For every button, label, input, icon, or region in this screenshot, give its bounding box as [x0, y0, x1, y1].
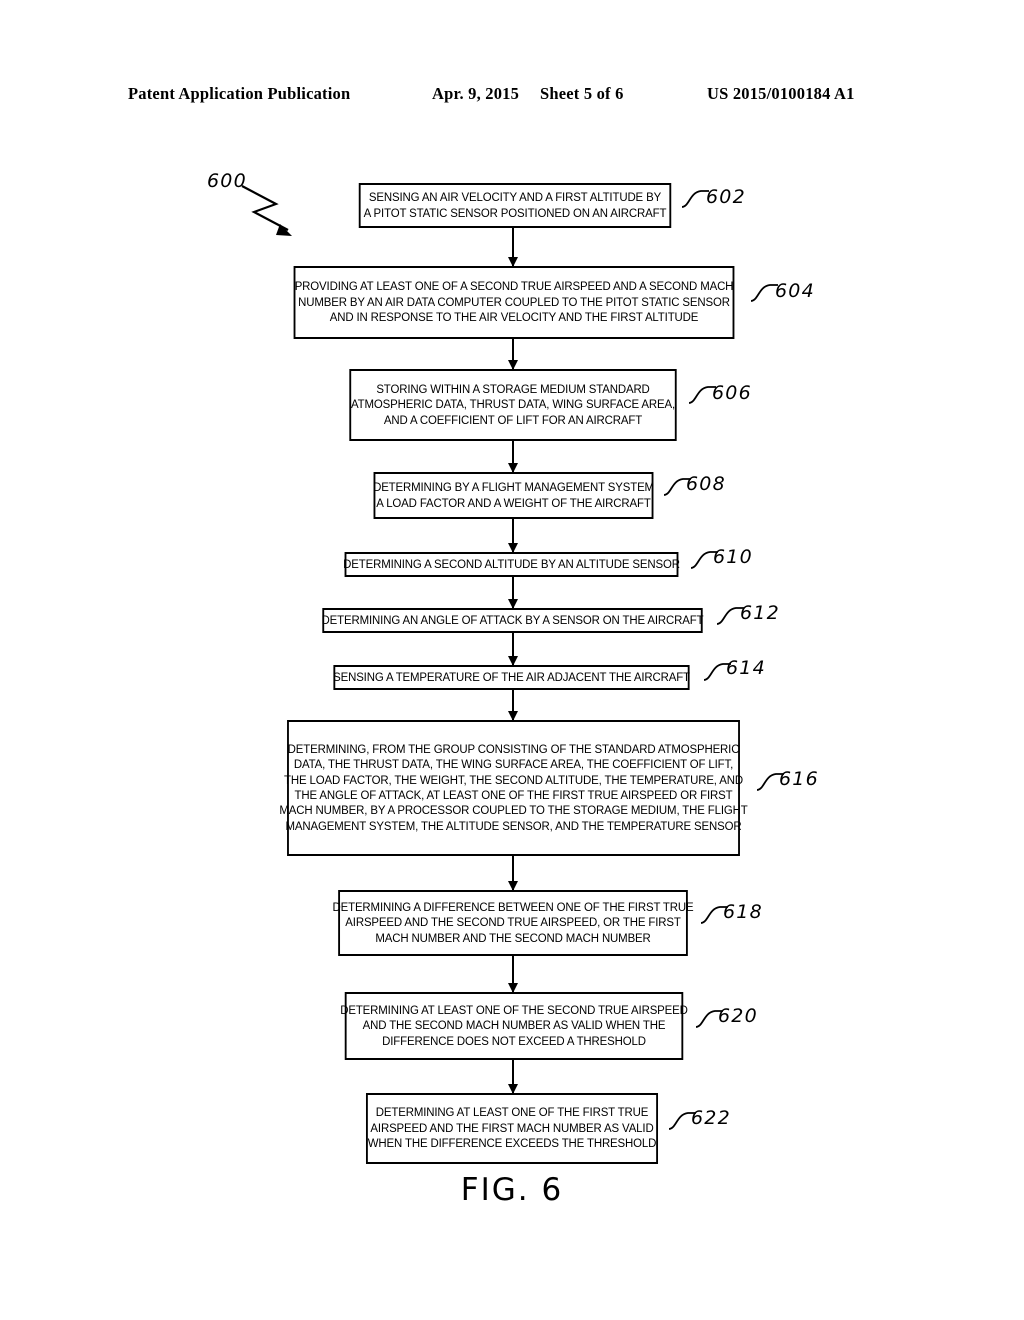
- process-box-622[interactable]: DETERMINING AT LEAST ONE OF THE FIRST TR…: [365, 1093, 659, 1164]
- process-box-602-line-2: A PITOT STATIC SENSOR POSITIONED ON AN A…: [363, 205, 667, 220]
- process-box-602-line-1: SENSING AN AIR VELOCITY AND A FIRST ALTI…: [368, 190, 662, 205]
- reference-numeral-620: 620: [718, 1005, 758, 1027]
- process-box-606-line-1: STORING WITHIN A STORAGE MEDIUM STANDARD: [376, 381, 650, 396]
- figure-caption: FIG. 6: [460, 1172, 564, 1208]
- process-box-620-line-1: DETERMINING AT LEAST ONE OF THE SECOND T…: [340, 1002, 688, 1017]
- reference-numeral-602: 602: [706, 186, 746, 208]
- connector-620-to-622: [508, 1060, 518, 1094]
- connector-616-to-618: [508, 856, 518, 891]
- process-box-606-line-3: AND A COEFFICIENT OF LIFT FOR AN AIRCRAF…: [383, 412, 643, 427]
- process-box-604-line-2: NUMBER BY AN AIR DATA COMPUTER COUPLED T…: [298, 294, 730, 309]
- process-box-604-line-1: PROVIDING AT LEAST ONE OF A SECOND TRUE …: [294, 279, 734, 294]
- process-box-604[interactable]: PROVIDING AT LEAST ONE OF A SECOND TRUE …: [293, 266, 735, 339]
- connector-602-to-604: [508, 228, 518, 267]
- process-box-612[interactable]: DETERMINING AN ANGLE OF ATTACK BY A SENS…: [321, 608, 704, 633]
- connector-606-to-608: [508, 441, 518, 473]
- process-box-616-line-2: DATA, THE THRUST DATA, THE WING SURFACE …: [293, 757, 734, 772]
- connector-614-to-616: [508, 690, 518, 721]
- process-box-608-line-1: DETERMINING BY A FLIGHT MANAGEMENT SYSTE…: [373, 480, 654, 495]
- reference-numeral-618: 618: [723, 901, 763, 923]
- process-box-616-line-6: MANAGEMENT SYSTEM, THE ALTITUDE SENSOR, …: [285, 818, 742, 833]
- process-box-620-line-3: DIFFERENCE DOES NOT EXCEED A THRESHOLD: [382, 1033, 646, 1048]
- process-box-622-line-2: AIRSPEED AND THE FIRST MACH NUMBER AS VA…: [370, 1120, 654, 1135]
- process-box-608-line-2: A LOAD FACTOR AND A WEIGHT OF THE AIRCRA…: [376, 495, 651, 510]
- process-box-612-line-1: DETERMINING AN ANGLE OF ATTACK BY A SENS…: [321, 612, 704, 627]
- process-box-620[interactable]: DETERMINING AT LEAST ONE OF THE SECOND T…: [340, 992, 688, 1060]
- reference-numeral-622: 622: [691, 1107, 731, 1129]
- process-box-620-line-2: AND THE SECOND MACH NUMBER AS VALID WHEN…: [362, 1018, 666, 1033]
- process-box-618-line-3: MACH NUMBER AND THE SECOND MACH NUMBER: [375, 930, 651, 945]
- reference-numeral-604: 604: [775, 280, 815, 302]
- process-box-622-line-3: WHEN THE DIFFERENCE EXCEEDS THE THRESHOL…: [367, 1136, 657, 1151]
- reference-numeral-610: 610: [713, 546, 753, 568]
- process-box-616-line-4: THE ANGLE OF ATTACK, AT LEAST ONE OF THE…: [294, 788, 733, 802]
- process-box-610[interactable]: DETERMINING A SECOND ALTITUDE BY AN ALTI…: [343, 552, 680, 577]
- process-box-614[interactable]: SENSING A TEMPERATURE OF THE AIR ADJACEN…: [333, 665, 690, 690]
- process-box-608[interactable]: DETERMINING BY A FLIGHT MANAGEMENT SYSTE…: [373, 472, 654, 519]
- flow-label-600: 600: [207, 170, 247, 192]
- reference-numeral-614: 614: [726, 657, 766, 679]
- process-box-618-line-2: AIRSPEED AND THE SECOND TRUE AIRSPEED, O…: [345, 915, 681, 930]
- process-box-616-line-1: DETERMINING, FROM THE GROUP CONSISTING O…: [287, 741, 740, 756]
- reference-numeral-616: 616: [779, 768, 819, 790]
- connector-608-to-610: [508, 519, 518, 553]
- process-box-616[interactable]: DETERMINING, FROM THE GROUP CONSISTING O…: [279, 720, 748, 856]
- connector-612-to-614: [508, 633, 518, 666]
- process-box-614-line-1: SENSING A TEMPERATURE OF THE AIR ADJACEN…: [333, 669, 690, 684]
- process-box-616-line-5: MACH NUMBER, BY A PROCESSOR COUPLED TO T…: [279, 803, 748, 818]
- process-box-604-line-3: AND IN RESPONSE TO THE AIR VELOCITY AND …: [329, 310, 699, 325]
- process-box-606[interactable]: STORING WITHIN A STORAGE MEDIUM STANDARD…: [349, 369, 677, 441]
- connector-604-to-606: [508, 339, 518, 370]
- process-box-606-line-2: ATMOSPHERIC DATA, THRUST DATA, WING SURF…: [351, 397, 676, 412]
- process-box-618[interactable]: DETERMINING A DIFFERENCE BETWEEN ONE OF …: [332, 890, 694, 956]
- connector-618-to-620: [508, 956, 518, 993]
- reference-numeral-612: 612: [740, 602, 780, 624]
- flowchart-figure: 600 SENSING AN AIR VELOCITY AND A FIRST …: [0, 0, 1024, 1320]
- process-box-610-line-1: DETERMINING A SECOND ALTITUDE BY AN ALTI…: [343, 556, 680, 571]
- reference-numeral-606: 606: [712, 382, 752, 404]
- flow-label-600-leader: [241, 185, 292, 236]
- process-box-602[interactable]: SENSING AN AIR VELOCITY AND A FIRST ALTI…: [358, 183, 672, 228]
- connector-610-to-612: [508, 577, 518, 609]
- process-box-616-line-3: THE LOAD FACTOR, THE WEIGHT, THE SECOND …: [284, 772, 743, 787]
- process-box-622-line-1: DETERMINING AT LEAST ONE OF THE FIRST TR…: [375, 1105, 649, 1120]
- reference-numeral-608: 608: [686, 473, 726, 495]
- process-box-618-line-1: DETERMINING A DIFFERENCE BETWEEN ONE OF …: [332, 899, 694, 914]
